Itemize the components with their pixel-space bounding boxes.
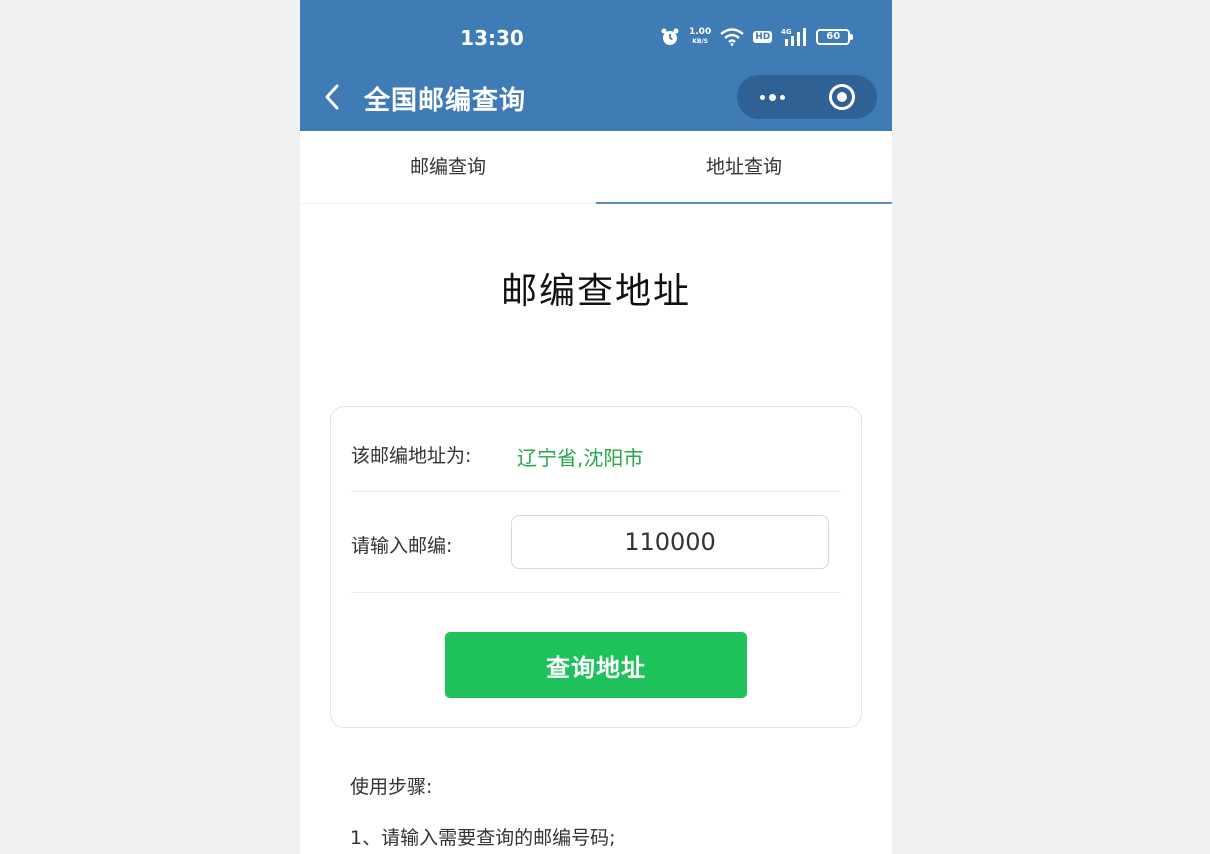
title-bar: 13:30 1.00 KB/S HD 4G 60 全国邮编查询 — [300, 0, 892, 131]
alarm-icon — [661, 28, 679, 45]
more-dot-icon — [768, 93, 776, 101]
chevron-left-icon — [325, 84, 339, 110]
zip-input[interactable] — [511, 515, 829, 569]
query-address-button[interactable]: 查询地址 — [445, 632, 747, 698]
tab-address-query[interactable]: 地址查询 — [596, 131, 892, 204]
query-card: 该邮编地址为: 辽宁省,沈阳市 请输入邮编: 查询地址 — [330, 406, 862, 728]
more-dot-icon — [779, 94, 785, 100]
speed-value: 1.00 — [689, 27, 712, 37]
back-button[interactable] — [320, 80, 346, 114]
result-value: 辽宁省,沈阳市 — [517, 446, 644, 470]
tab-bar: 邮编查询 地址查询 — [300, 131, 892, 204]
steps-title: 使用步骤: — [350, 776, 433, 798]
divider — [351, 491, 841, 492]
speed-unit: KB/S — [692, 38, 708, 45]
divider — [351, 592, 841, 593]
section-heading: 邮编查地址 — [500, 271, 691, 312]
page-title: 全国邮编查询 — [364, 86, 527, 116]
network-type: 4G — [781, 28, 792, 36]
more-button[interactable] — [737, 75, 807, 119]
result-label: 该邮编地址为: — [351, 445, 472, 467]
status-icons: 1.00 KB/S HD 4G 60 — [660, 25, 854, 49]
input-label: 请输入邮编: — [351, 535, 453, 557]
phone-screen: 13:30 1.00 KB/S HD 4G 60 全国邮编查询 邮编查询 地址查… — [300, 0, 892, 854]
step-item: 1、请输入需要查询的邮编号码; — [350, 827, 616, 849]
network-speed: 1.00 KB/S — [689, 28, 711, 46]
status-time: 13:30 — [460, 26, 524, 50]
close-target-icon[interactable] — [829, 84, 855, 110]
tab-zip-query[interactable]: 邮编查询 — [300, 131, 596, 203]
hd-badge: HD — [753, 31, 773, 43]
more-dot-icon — [759, 94, 765, 100]
battery-icon: 60 — [816, 29, 854, 45]
signal-icon: 4G — [781, 28, 807, 46]
miniapp-capsule — [737, 75, 877, 119]
wifi-icon — [720, 28, 744, 46]
